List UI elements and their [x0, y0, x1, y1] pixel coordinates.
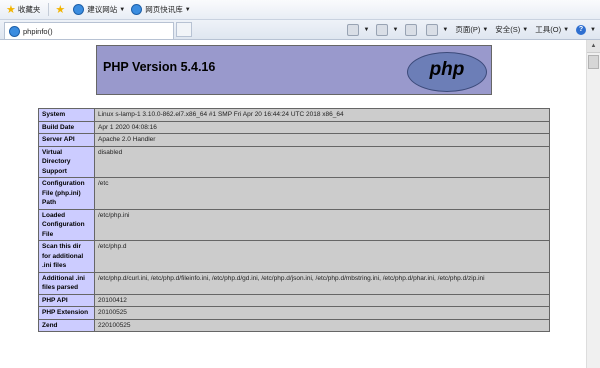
row-key: Server API	[38, 133, 95, 147]
table-row: Loaded Configuration File/etc/php.ini	[38, 208, 550, 241]
print-icon	[426, 23, 439, 36]
add-favorite-icon: ★	[55, 4, 66, 16]
ie-icon	[131, 4, 143, 15]
table-row: Virtual Directory Support disabled	[38, 145, 550, 178]
table-row: Server API Apache 2.0 Handler	[38, 133, 550, 147]
row-key: Virtual Directory Support	[38, 145, 95, 178]
separator	[48, 3, 50, 16]
chevron-down-icon: ▼	[590, 26, 596, 33]
row-value: /etc	[94, 177, 550, 210]
web-slice-gallery-label: 网页快讯库	[145, 5, 183, 14]
chevron-down-icon: ▼	[522, 26, 529, 33]
row-value: /etc/php.d/curl.ini, /etc/php.d/fileinfo…	[94, 271, 550, 295]
chevron-down-icon: ▼	[184, 6, 191, 13]
row-key: PHP Extension	[38, 306, 95, 320]
star-icon: ★	[6, 4, 16, 16]
chevron-down-icon: ▼	[392, 26, 399, 33]
chevron-down-icon: ▼	[119, 6, 126, 13]
chevron-down-icon: ▼	[563, 26, 570, 33]
chevron-down-icon: ▼	[363, 26, 370, 33]
tools-menu[interactable]: 工具(O) ▼	[535, 24, 569, 35]
home-icon	[347, 23, 360, 36]
safety-menu[interactable]: 安全(S) ▼	[495, 24, 528, 35]
favorites-button[interactable]: ★ 收藏夹	[6, 3, 40, 16]
table-row: System Linux s-lamp-1 3.10.0-862.el7.x86_…	[38, 108, 550, 122]
row-value: Apr 1 2020 04:08:16	[94, 120, 550, 134]
page-content: PHP Version 5.4.16 php System Linux s-lam…	[0, 40, 586, 368]
row-key: System	[38, 108, 95, 122]
table-row: Zend 220100525	[38, 318, 550, 332]
rss-icon	[376, 23, 389, 36]
row-value: 20100412	[94, 293, 550, 307]
row-value: 20100525	[94, 306, 550, 320]
page-menu[interactable]: 页面(P) ▼	[455, 24, 488, 35]
safety-menu-label: 安全(S)	[495, 25, 521, 34]
row-value: /etc/php.ini	[94, 208, 550, 241]
table-row: Scan this dir for additional .ini files /…	[38, 240, 550, 273]
vertical-scrollbar[interactable]: ▲	[586, 40, 600, 368]
row-value: 220100525	[94, 318, 550, 332]
row-value: disabled	[94, 145, 550, 178]
row-key: Zend	[38, 318, 95, 332]
help-icon: ?	[576, 24, 587, 35]
mail-icon	[405, 23, 418, 36]
page-menu-label: 页面(P)	[455, 25, 481, 34]
scroll-up-button[interactable]: ▲	[587, 40, 600, 53]
add-favorite-button[interactable]: ★	[55, 3, 67, 16]
new-tab-button[interactable]	[176, 22, 192, 37]
ie-icon	[9, 25, 20, 37]
table-row: Additional .ini files parsed/etc/php.d/c…	[38, 271, 550, 295]
ie-icon	[73, 4, 85, 15]
row-key: Additional .ini files parsed	[38, 271, 95, 295]
row-key: PHP API	[38, 293, 95, 307]
favorites-label: 收藏夹	[17, 5, 41, 14]
chevron-down-icon: ▼	[482, 26, 489, 33]
row-value: Apache 2.0 Handler	[94, 133, 550, 147]
table-row: PHP Extension 20100525	[38, 306, 550, 320]
table-row: Configuration File (php.ini) Path/etc	[38, 177, 550, 210]
php-logo: php	[407, 52, 487, 92]
suggested-sites-link[interactable]: 建议网站 ▼	[73, 4, 125, 15]
tools-menu-label: 工具(O)	[535, 25, 562, 34]
suggested-sites-label: 建议网站	[87, 5, 118, 14]
table-row: PHP API 20100412	[38, 293, 550, 307]
row-value: Linux s-lamp-1 3.10.0-862.el7.x86_64 #1 …	[94, 108, 550, 122]
php-version-header: PHP Version 5.4.16 php	[96, 45, 492, 95]
help-button[interactable]: ? ▼	[576, 24, 596, 35]
table-row: Build Date Apr 1 2020 04:08:16	[38, 120, 550, 134]
row-key: Scan this dir for additional .ini files	[38, 240, 95, 273]
feeds-button[interactable]: ▼	[376, 23, 399, 36]
row-value: /etc/php.d	[94, 240, 550, 273]
print-button[interactable]: ▼	[426, 23, 449, 36]
php-logo-text: php	[429, 59, 465, 80]
web-slice-gallery-link[interactable]: 网页快讯库 ▼	[131, 4, 191, 15]
row-key: Configuration File (php.ini) Path	[38, 177, 95, 210]
tab-title: phpinfo()	[23, 26, 53, 36]
row-key: Build Date	[38, 120, 95, 134]
mail-button[interactable]	[405, 23, 419, 36]
phpinfo-table: System Linux s-lamp-1 3.10.0-862.el7.x86_…	[38, 108, 550, 332]
tab-phpinfo[interactable]: phpinfo()	[4, 22, 174, 39]
page-title: PHP Version 5.4.16	[103, 60, 216, 74]
row-key: Loaded Configuration File	[38, 208, 95, 241]
chevron-down-icon: ▼	[442, 26, 449, 33]
command-bar: ▼ ▼ ▼ 页面(P) ▼ 安全(S) ▼ 工具(O) ▼ ? ▼	[340, 20, 596, 39]
favorites-bar: ★ 收藏夹 ★ 建议网站 ▼ 网页快讯库 ▼	[0, 0, 600, 20]
home-button[interactable]: ▼	[347, 23, 370, 36]
scrollbar-thumb[interactable]	[588, 55, 599, 69]
